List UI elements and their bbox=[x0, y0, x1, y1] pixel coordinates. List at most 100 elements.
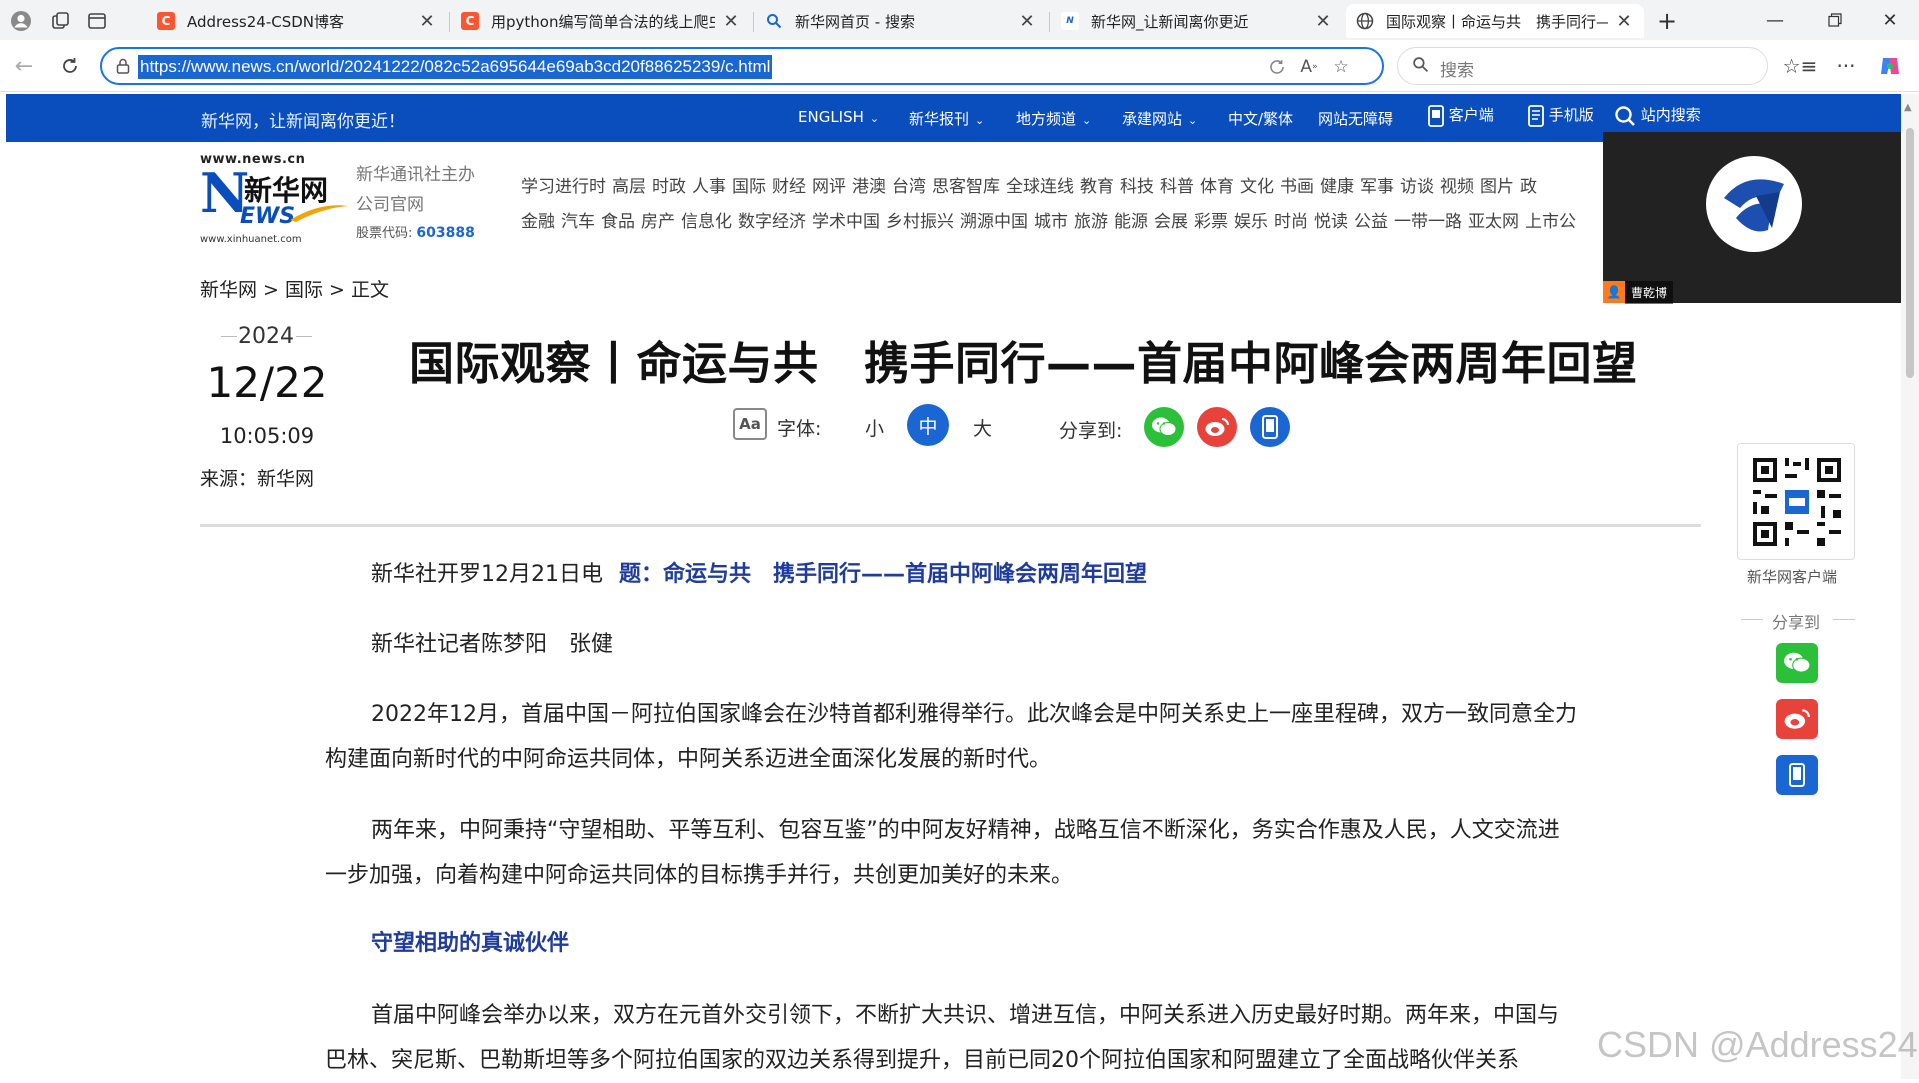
tab-csdn-blog[interactable]: C Address24-CSDN博客 ✕ bbox=[147, 4, 447, 38]
read-aloud-icon[interactable]: A» bbox=[1296, 55, 1322, 79]
channel-link[interactable]: 视频 bbox=[1440, 177, 1474, 197]
collections-icon[interactable] bbox=[46, 6, 76, 36]
channel-link[interactable]: 体育 bbox=[1200, 177, 1234, 197]
channel-link[interactable]: 学习进行时 bbox=[521, 177, 606, 197]
restore-icon[interactable] bbox=[1805, 0, 1865, 40]
channel-link[interactable]: 会展 bbox=[1154, 212, 1188, 232]
topnav-mobile[interactable]: 手机版 bbox=[1528, 104, 1594, 127]
lock-icon[interactable] bbox=[114, 57, 132, 75]
minimize-icon[interactable]: — bbox=[1745, 0, 1805, 40]
copilot-icon[interactable] bbox=[1874, 50, 1906, 82]
channel-link[interactable]: 台湾 bbox=[892, 177, 926, 197]
back-arrow-icon[interactable]: ← bbox=[8, 50, 40, 82]
tab-xinhua-home[interactable]: N 新华网_让新闻离你更近 ✕ bbox=[1051, 4, 1343, 38]
tab-xinhua-search[interactable]: 新华网首页 - 搜索 ✕ bbox=[755, 4, 1047, 38]
topnav-client-app[interactable]: 客户端 bbox=[1428, 104, 1494, 127]
channel-link[interactable]: 溯源中国 bbox=[960, 212, 1028, 232]
address-bar[interactable]: https://www.news.cn/world/20241222/082c5… bbox=[100, 47, 1384, 85]
breadcrumb[interactable]: 新华网 > 国际 > 正文 bbox=[200, 275, 389, 302]
close-icon[interactable]: ✕ bbox=[1614, 11, 1634, 32]
scroll-thumb[interactable] bbox=[1906, 128, 1914, 378]
channel-link[interactable]: 图片 bbox=[1480, 177, 1514, 197]
side-share-mobile-button[interactable] bbox=[1776, 755, 1818, 795]
page-scrollbar[interactable]: ▲ bbox=[1901, 94, 1919, 1079]
channel-link[interactable]: 上市公 bbox=[1525, 212, 1576, 232]
channel-link[interactable]: 旅游 bbox=[1074, 212, 1108, 232]
tab-python-crawler[interactable]: C 用python编写简单合法的线上爬虫 ✕ bbox=[451, 4, 751, 38]
font-size-small[interactable]: 小 bbox=[865, 414, 884, 441]
tracking-prevention-icon[interactable] bbox=[1264, 55, 1290, 79]
channel-link[interactable]: 汽车 bbox=[561, 212, 595, 232]
side-share-weibo-button[interactable] bbox=[1776, 699, 1818, 739]
channel-link[interactable]: 食品 bbox=[601, 212, 635, 232]
channel-link[interactable]: 能源 bbox=[1114, 212, 1148, 232]
tab-article-active[interactable]: 国际观察丨命运与共 携手同行——首届中阿峰会两周年回望 ✕ bbox=[1346, 4, 1644, 38]
xinhua-logo[interactable]: www.news.cn N 新华网 EWS www.xinhuanet.com bbox=[200, 152, 348, 248]
more-menu-icon[interactable]: ··· bbox=[1830, 50, 1862, 82]
channel-link[interactable]: 公益 bbox=[1354, 212, 1388, 232]
font-size-medium[interactable]: 中 bbox=[907, 404, 949, 446]
share-mobile-button[interactable] bbox=[1250, 407, 1290, 447]
close-icon[interactable]: ✕ bbox=[721, 11, 741, 32]
scroll-up-icon[interactable]: ▲ bbox=[1904, 102, 1912, 113]
channel-link[interactable]: 全球连线 bbox=[1006, 177, 1074, 197]
floating-video-window[interactable]: 👤 曹乾博 bbox=[1603, 132, 1905, 304]
font-size-large[interactable]: 大 bbox=[973, 414, 992, 441]
channel-link[interactable]: 时政 bbox=[652, 177, 686, 197]
channel-link[interactable]: 科技 bbox=[1120, 177, 1154, 197]
side-share-wechat-button[interactable] bbox=[1776, 643, 1818, 683]
url-text[interactable]: https://www.news.cn/world/20241222/082c5… bbox=[138, 55, 773, 79]
channel-link[interactable]: 访谈 bbox=[1400, 177, 1434, 197]
topnav-built-sites[interactable]: 承建网站 ⌄ bbox=[1122, 108, 1197, 129]
channel-link[interactable]: 房产 bbox=[641, 212, 675, 232]
channel-link[interactable]: 城市 bbox=[1034, 212, 1068, 232]
topnav-local-channels[interactable]: 地方频道 ⌄ bbox=[1016, 108, 1091, 129]
channel-link[interactable]: 高层 bbox=[612, 177, 646, 197]
share-weibo-button[interactable] bbox=[1197, 407, 1237, 447]
share-wechat-button[interactable] bbox=[1144, 407, 1184, 447]
topnav-english[interactable]: ENGLISH ⌄ bbox=[798, 108, 879, 126]
channel-link[interactable]: 学术中国 bbox=[812, 212, 880, 232]
channel-link[interactable]: 亚太网 bbox=[1468, 212, 1519, 232]
channel-link[interactable]: 时尚 bbox=[1274, 212, 1308, 232]
channel-link[interactable]: 港澳 bbox=[852, 177, 886, 197]
close-icon[interactable]: ✕ bbox=[1017, 11, 1037, 32]
article-time: 10:05:09 bbox=[219, 424, 315, 448]
topnav-site-search[interactable]: 站内搜索 bbox=[1614, 104, 1701, 127]
sponsor-line2[interactable]: 公司官网 bbox=[356, 190, 424, 215]
channel-link[interactable]: 人事 bbox=[692, 177, 726, 197]
channel-link[interactable]: 乡村振兴 bbox=[886, 212, 954, 232]
close-icon[interactable]: ✕ bbox=[1313, 11, 1333, 32]
channel-link[interactable]: 思客智库 bbox=[932, 177, 1000, 197]
channel-link[interactable]: 政 bbox=[1520, 177, 1537, 197]
channel-link[interactable]: 书画 bbox=[1280, 177, 1314, 197]
channel-link[interactable]: 信息化 bbox=[681, 212, 732, 232]
browser-search-box[interactable]: 搜索 bbox=[1397, 47, 1768, 85]
app-qr-code[interactable] bbox=[1737, 443, 1855, 560]
channel-link[interactable]: 悦读 bbox=[1314, 212, 1348, 232]
topnav-traditional-chinese[interactable]: 中文/繁体 bbox=[1228, 108, 1293, 129]
tab-actions-icon[interactable] bbox=[82, 6, 112, 36]
channel-link[interactable]: 科普 bbox=[1160, 177, 1194, 197]
channel-link[interactable]: 财经 bbox=[772, 177, 806, 197]
topnav-accessibility[interactable]: 网站无障碍 bbox=[1318, 108, 1393, 129]
favorites-icon[interactable]: ☆≡ bbox=[1783, 50, 1818, 82]
channel-link[interactable]: 数字经济 bbox=[738, 212, 806, 232]
close-window-icon[interactable]: ✕ bbox=[1860, 0, 1919, 40]
refresh-icon[interactable] bbox=[54, 50, 86, 82]
channel-link[interactable]: 健康 bbox=[1320, 177, 1354, 197]
favorite-star-icon[interactable]: ☆ bbox=[1328, 55, 1354, 79]
channel-link[interactable]: 金融 bbox=[521, 212, 555, 232]
new-tab-icon[interactable]: + bbox=[1652, 6, 1682, 36]
channel-link[interactable]: 娱乐 bbox=[1234, 212, 1268, 232]
topnav-newspapers[interactable]: 新华报刊 ⌄ bbox=[909, 108, 984, 129]
channel-link[interactable]: 文化 bbox=[1240, 177, 1274, 197]
channel-link[interactable]: 军事 bbox=[1360, 177, 1394, 197]
close-icon[interactable]: ✕ bbox=[417, 11, 437, 32]
channel-link[interactable]: 教育 bbox=[1080, 177, 1114, 197]
channel-link[interactable]: 彩票 bbox=[1194, 212, 1228, 232]
channel-link[interactable]: 网评 bbox=[812, 177, 846, 197]
channel-link[interactable]: 一带一路 bbox=[1394, 212, 1462, 232]
profile-icon[interactable] bbox=[6, 6, 36, 36]
channel-link[interactable]: 国际 bbox=[732, 177, 766, 197]
